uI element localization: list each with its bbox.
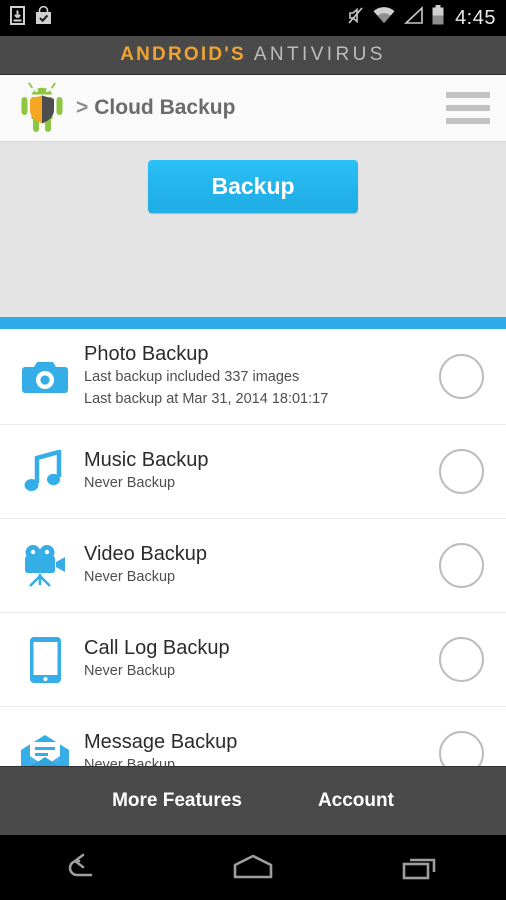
breadcrumb-separator: > — [76, 96, 89, 119]
hamburger-bar — [446, 105, 490, 111]
list-item-subtitle: Never Backup — [84, 569, 176, 586]
hamburger-bar — [446, 118, 490, 124]
list-item-toggle[interactable] — [439, 449, 484, 494]
backup-button[interactable]: Backup — [148, 160, 358, 213]
list-item-subtitle: Last backup included 337 images — [84, 369, 300, 386]
status-bar-clock: 4:45 — [455, 6, 496, 29]
music-note-icon — [14, 449, 76, 494]
status-bar-right-icons: 4:45 — [346, 5, 496, 31]
signal-icon — [403, 6, 424, 30]
brand-name-primary: ANDROID'S — [120, 44, 246, 65]
list-item-title: Music Backup — [84, 449, 209, 472]
back-icon[interactable] — [49, 846, 119, 890]
play-store-bag-icon — [34, 5, 53, 30]
video-camera-icon — [14, 544, 76, 588]
mute-icon — [346, 6, 365, 30]
home-icon[interactable] — [218, 846, 288, 890]
list-item-subtitle: Never Backup — [84, 475, 176, 492]
list-item-toggle[interactable] — [439, 637, 484, 682]
status-bar: 4:45 — [0, 0, 506, 36]
brand-bar: ANDROID'S ANTIVIRUS — [0, 36, 506, 75]
backup-panel: Backup — [0, 142, 506, 317]
hamburger-bar — [446, 92, 490, 98]
list-item-text: Music Backup Never Backup — [76, 448, 439, 495]
list-item-toggle[interactable] — [439, 543, 484, 588]
list-item[interactable]: Call Log Backup Never Backup — [0, 613, 506, 707]
bottom-tab-bar: More Features Account — [0, 766, 506, 835]
app-screen: 4:45 ANDROID'S ANTIVIRUS > Cloud Backup … — [0, 0, 506, 900]
hamburger-menu-icon[interactable] — [446, 92, 490, 124]
status-bar-left-icons — [10, 5, 53, 30]
accent-divider — [0, 317, 506, 329]
list-item-title: Call Log Backup — [84, 637, 230, 660]
list-item[interactable]: Photo Backup Last backup included 337 im… — [0, 329, 506, 425]
list-item[interactable]: Video Backup Never Backup — [0, 519, 506, 613]
list-item[interactable]: Message Backup Never Backup — [0, 707, 506, 772]
list-item-toggle[interactable] — [439, 354, 484, 399]
list-item-title: Message Backup — [84, 731, 238, 754]
list-item-text: Video Backup Never Backup — [76, 542, 439, 589]
list-item-title: Video Backup — [84, 543, 208, 566]
list-item[interactable]: Music Backup Never Backup — [0, 425, 506, 519]
camera-icon — [14, 357, 76, 397]
tab-more-features[interactable]: More Features — [98, 784, 256, 818]
page-title: Cloud Backup — [94, 96, 236, 119]
backup-items-list[interactable]: Photo Backup Last backup included 337 im… — [0, 329, 506, 772]
list-item-subtitle-2: Last backup at Mar 31, 2014 18:01:17 — [84, 391, 329, 407]
list-item-title: Photo Backup — [84, 343, 209, 366]
tab-account[interactable]: Account — [304, 784, 408, 818]
phone-icon — [14, 636, 76, 684]
list-item-subtitle: Never Backup — [84, 663, 176, 680]
wifi-icon — [372, 6, 396, 30]
list-item-text: Photo Backup Last backup included 337 im… — [76, 342, 439, 411]
brand-name-secondary: ANTIVIRUS — [253, 44, 386, 65]
recents-icon[interactable] — [387, 846, 457, 890]
list-item-text: Call Log Backup Never Backup — [76, 636, 439, 683]
battery-icon — [431, 5, 445, 31]
app-header: > Cloud Backup — [0, 75, 506, 142]
android-nav-bar — [0, 835, 506, 900]
download-icon — [10, 6, 25, 30]
android-shield-logo[interactable] — [16, 82, 68, 134]
